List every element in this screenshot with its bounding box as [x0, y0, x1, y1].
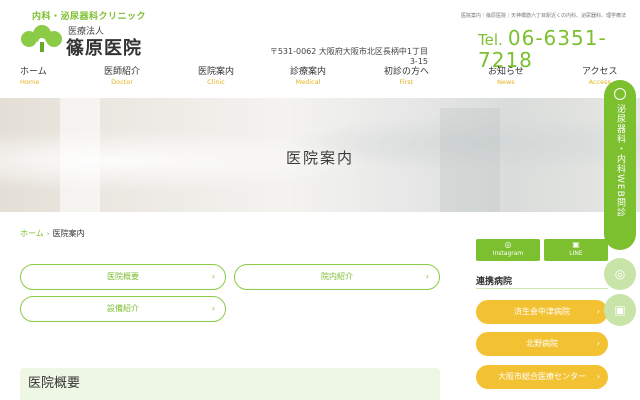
nav-item-first[interactable]: 初診の方へ First	[384, 66, 429, 87]
address-line1: 〒531-0062 大阪府大阪市北区長柄中1丁目	[269, 47, 428, 56]
section-link-interior[interactable]: 院内紹介 ›	[234, 264, 440, 290]
partner-label: 大阪市総合医療センター	[498, 372, 586, 381]
page-title: 医院案内	[285, 149, 354, 167]
chevron-right-icon: ›	[596, 307, 600, 316]
partner-link-saiseikai[interactable]: 済生会中津病院 ›	[476, 300, 608, 324]
partner-label: 済生会中津病院	[514, 307, 570, 316]
floating-instagram-button[interactable]: ◎	[604, 258, 636, 290]
section-link-overview[interactable]: 医院概要 ›	[20, 264, 226, 290]
web-questionnaire-label: 泌尿器科・内科WEB問診	[615, 104, 625, 218]
clinic-logo-icon[interactable]	[20, 22, 64, 52]
section-link-label: 院内紹介	[321, 272, 353, 281]
nav-label-jp: 診療案内	[290, 67, 327, 77]
nav-label-jp: 初診の方へ	[384, 67, 430, 77]
breadcrumb-separator-icon: ›	[46, 230, 50, 238]
partner-divider	[476, 288, 608, 289]
breadcrumb-home-link[interactable]: ホーム	[20, 229, 44, 238]
nav-label-en: Medical	[295, 78, 321, 86]
nav-label-en: Clinic	[207, 78, 225, 86]
nav-label-en: News	[497, 78, 515, 86]
line-icon: ▣	[572, 240, 580, 249]
seo-description: 医院案内｜篠原医院｜天神橋筋六丁目駅近くの内科、泌尿器科、理学療法	[460, 13, 626, 19]
partner-hospitals-title: 連携病院	[476, 277, 513, 287]
nav-label-jp: アクセス	[582, 67, 618, 77]
nav-label-en: First	[399, 78, 414, 86]
nav-label-jp: 医院案内	[198, 67, 235, 77]
section-link-label: 設備紹介	[107, 304, 139, 313]
line-button[interactable]: ▣ LINE	[544, 239, 608, 261]
global-nav: ホーム Home 医師紹介 Doctor 医院案内 Clinic 診療案内 Me…	[0, 66, 640, 92]
partner-link-kitano[interactable]: 北野病院 ›	[476, 332, 608, 356]
clinic-tagline: 内科・泌尿器科クリニック	[32, 12, 147, 22]
instagram-icon: ◎	[504, 240, 512, 249]
floating-line-button[interactable]: ▣	[604, 294, 636, 326]
nav-label-en: Doctor	[111, 78, 133, 86]
nav-item-doctor[interactable]: 医師紹介 Doctor	[104, 66, 140, 87]
section-link-equipment[interactable]: 設備紹介 ›	[20, 296, 226, 322]
nav-label-jp: お知らせ	[488, 67, 524, 77]
sns-label: LINE	[569, 250, 583, 257]
page-hero-banner: 医院案内	[0, 98, 640, 212]
nav-item-medical[interactable]: 診療案内 Medical	[290, 66, 326, 87]
partner-link-general-medical-center[interactable]: 大阪市総合医療センター ›	[476, 365, 608, 389]
section-link-label: 医院概要	[107, 272, 139, 281]
sns-label: Instagram	[492, 250, 524, 257]
nav-label-jp: ホーム	[20, 67, 47, 77]
clinic-name[interactable]: 篠原医院	[66, 34, 142, 60]
section-heading-overview: 医院概要	[20, 368, 440, 400]
breadcrumb-current: 医院案内	[52, 229, 85, 238]
tel-label: Tel.	[478, 31, 503, 49]
web-questionnaire-icon	[614, 88, 626, 100]
chevron-right-icon: ›	[211, 272, 215, 281]
clinic-address: 〒531-0062 大阪府大阪市北区長柄中1丁目 3-15	[246, 47, 428, 67]
chevron-right-icon: ›	[211, 304, 215, 313]
nav-item-news[interactable]: お知らせ News	[488, 66, 524, 87]
web-questionnaire-button[interactable]: 泌尿器科・内科WEB問診	[604, 80, 636, 250]
instagram-button[interactable]: ◎ Instagram	[476, 239, 540, 261]
instagram-icon: ◎	[614, 267, 626, 281]
partner-label: 北野病院	[526, 339, 558, 348]
nav-label-en: Home	[20, 78, 40, 86]
nav-item-home[interactable]: ホーム Home	[20, 66, 47, 87]
chevron-right-icon: ›	[596, 372, 600, 381]
chevron-right-icon: ›	[425, 272, 429, 281]
line-icon: ▣	[614, 303, 626, 317]
breadcrumb: ホーム › 医院案内	[20, 228, 85, 239]
nav-label-jp: 医師紹介	[104, 67, 141, 77]
nav-item-clinic[interactable]: 医院案内 Clinic	[198, 66, 234, 87]
chevron-right-icon: ›	[596, 339, 600, 348]
